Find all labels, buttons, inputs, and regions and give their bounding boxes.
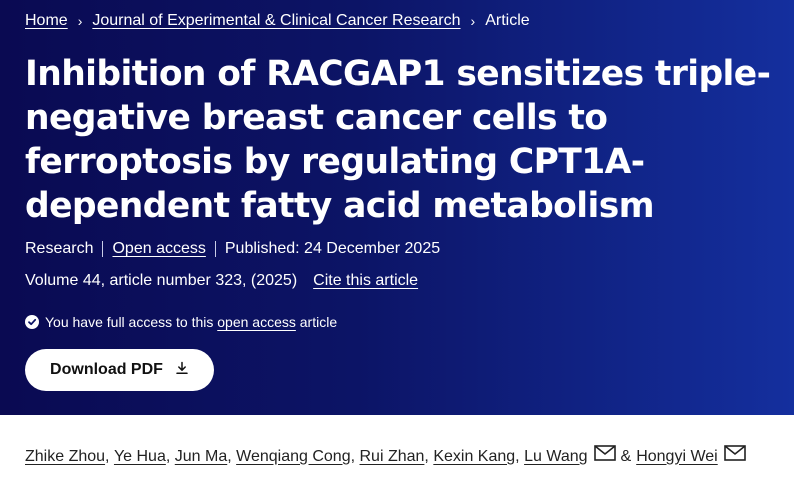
- breadcrumb-journal-link[interactable]: Journal of Experimental & Clinical Cance…: [92, 11, 460, 31]
- chevron-right-icon: ›: [470, 13, 476, 29]
- access-notice-suffix: article: [299, 314, 338, 330]
- article-type: Research: [25, 240, 94, 257]
- author-link[interactable]: Lu Wang: [524, 446, 587, 468]
- volume-info: Volume 44, article number 323, (2025): [25, 272, 298, 289]
- author-link[interactable]: Wenqiang Cong: [236, 446, 350, 468]
- author-link[interactable]: Ye Hua: [114, 446, 166, 468]
- chevron-right-icon: ›: [77, 13, 83, 29]
- breadcrumb-home-link[interactable]: Home: [25, 11, 68, 31]
- envelope-icon[interactable]: [593, 445, 616, 468]
- download-pdf-button[interactable]: Download PDF: [25, 349, 214, 391]
- download-pdf-label: Download PDF: [50, 361, 163, 378]
- author-link[interactable]: Jun Ma: [175, 446, 227, 468]
- access-notice: You have full access to this open access…: [25, 313, 337, 331]
- published-date: Published: 24 December 2025: [224, 240, 441, 257]
- article-title: Inhibition of RACGAP1 sensitizes triple-…: [25, 54, 771, 226]
- open-access-link[interactable]: Open access: [112, 239, 205, 259]
- article-meta: Research Open access Published: 24 Decem…: [25, 239, 440, 259]
- author-link[interactable]: Rui Zhan: [360, 446, 425, 468]
- author-link[interactable]: Zhike Zhou: [25, 446, 105, 468]
- author-ampersand: &: [620, 447, 632, 465]
- access-notice-link[interactable]: open access: [217, 313, 296, 331]
- download-icon: [175, 361, 189, 380]
- breadcrumb: Home › Journal of Experimental & Clinica…: [25, 11, 530, 31]
- breadcrumb-current: Article: [485, 12, 530, 29]
- envelope-icon[interactable]: [723, 445, 746, 468]
- author-link[interactable]: Kexin Kang: [433, 446, 515, 468]
- article-header: Home › Journal of Experimental & Clinica…: [0, 0, 794, 415]
- meta-divider: [214, 241, 216, 257]
- access-notice-prefix: You have full access to this: [45, 314, 214, 330]
- citation-info: Volume 44, article number 323, (2025) Cit…: [25, 271, 418, 291]
- author-link[interactable]: Hongyi Wei: [636, 446, 718, 468]
- author-list: Zhike Zhou, Ye Hua, Jun Ma, Wenqiang Con…: [25, 445, 746, 468]
- cite-article-link[interactable]: Cite this article: [313, 272, 418, 289]
- meta-divider: [102, 241, 104, 257]
- check-circle-icon: [25, 315, 39, 329]
